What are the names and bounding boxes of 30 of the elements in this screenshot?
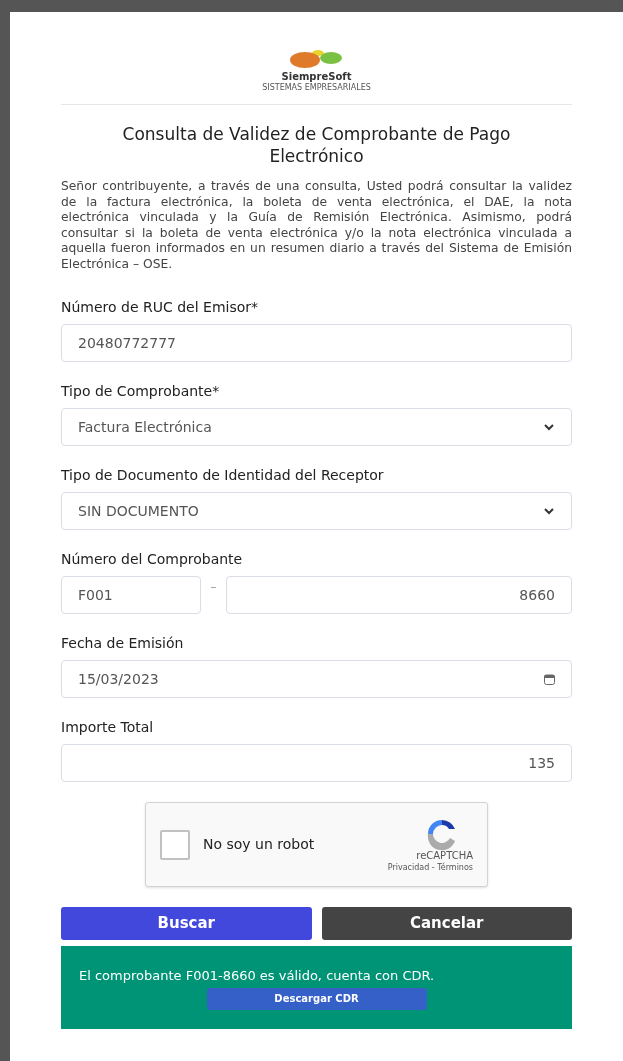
logo-tagline: SISTEMAS EMPRESARIALES	[262, 84, 371, 92]
input-field[interactable]: 8660	[226, 576, 572, 614]
intro-paragraph: Señor contribuyente, a través de una consulta, Usted podrá consultar la validez de la factura electrónica, la boleta de venta electrónica, el DAE, la nota electrónica vinculada y la Guía de Remisión Electrónica. Asimismo, podrá consultar si la boleta de venta electrónica y/o la nota electrónica vinculada a aquella fueron informados en un resumen diario a través del Sistema de Emisión Electrónica – OSE.	[61, 179, 572, 272]
chevron-down-icon	[543, 505, 555, 517]
separator-dash: –	[209, 579, 218, 596]
page-title: Consulta de Validez de Comprobante de Pago Electrónico	[121, 123, 512, 167]
calendar-icon	[544, 673, 555, 685]
captcha-label: No soy un robot	[203, 835, 316, 854]
chevron-down-icon	[543, 421, 555, 433]
field-label: Importe Total	[61, 720, 155, 734]
field-label: Tipo de Comprobante*	[61, 384, 221, 398]
recaptcha-links[interactable]: Privacidad - Términos	[387, 864, 473, 872]
field-label: Fecha de Emisión	[61, 636, 185, 650]
cancel-button[interactable]: Cancelar	[321, 907, 572, 940]
field-label: Número del Comprobante	[61, 552, 244, 566]
input-field[interactable]: 135	[61, 744, 572, 782]
captcha-checkbox[interactable]	[160, 829, 190, 860]
result-message: El comprobante F001-8660 es válido, cuenta con CDR.	[78, 967, 435, 985]
date-field[interactable]: 15/03/2023	[61, 660, 572, 698]
search-button[interactable]: Buscar	[61, 907, 312, 940]
select-field[interactable]: SIN DOCUMENTO	[61, 492, 572, 530]
download-button[interactable]: Descargar CDR	[206, 987, 427, 1010]
input-field[interactable]: F001	[61, 576, 201, 614]
select-field[interactable]: Factura Electrónica	[61, 408, 572, 446]
input-field[interactable]: 20480772777	[61, 324, 572, 362]
field-label: Tipo de Documento de Identidad del Receptor	[61, 468, 385, 482]
recaptcha-brand: reCAPTCHA	[416, 851, 473, 861]
logo-text: SiempreSoft	[281, 72, 352, 82]
logo-icon	[289, 48, 344, 70]
field-label: Número de RUC del Emisor*	[61, 300, 260, 314]
